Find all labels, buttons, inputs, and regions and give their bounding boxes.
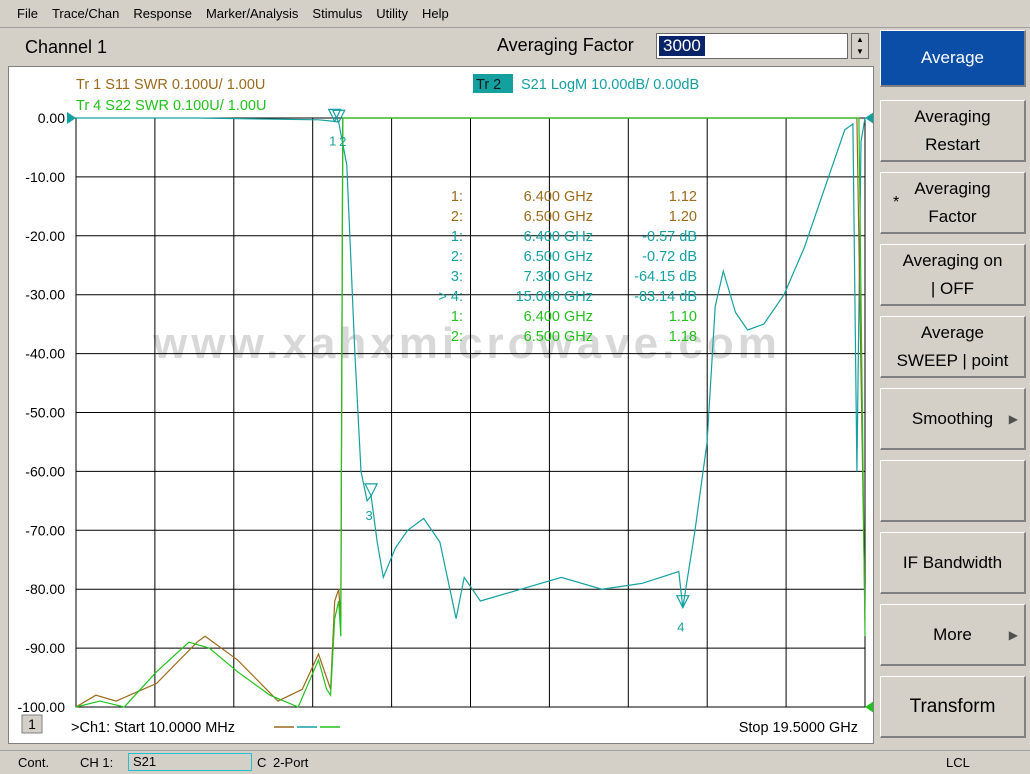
more-softkey[interactable]: More ▶: [880, 604, 1026, 666]
y-tick-label: -10.00: [25, 169, 65, 185]
marker-readout-frequency: 6.400 GHz: [524, 309, 593, 325]
y-tick-label: 0.00: [38, 110, 65, 126]
y-tick-label: -90.00: [25, 640, 65, 656]
transform-softkey[interactable]: Transform: [880, 676, 1026, 738]
averaging-factor-softkey[interactable]: * Averaging Factor: [880, 172, 1026, 234]
menu-response[interactable]: Response: [126, 6, 199, 21]
trace-2-tag[interactable]: Tr 2: [476, 77, 501, 93]
marker-2-label: 2: [339, 134, 346, 149]
status-measurement: S21: [128, 753, 252, 771]
marker-readout-value: -0.72 dB: [642, 249, 697, 265]
marker-4-label: 4: [677, 620, 684, 635]
y-tick-label: -60.00: [25, 463, 65, 479]
menu-file[interactable]: File: [10, 6, 45, 21]
marker-readout-frequency: 6.400 GHz: [524, 189, 593, 205]
y-tick-label: -70.00: [25, 522, 65, 538]
channel-entry-bar: Channel 1 Averaging Factor 3000 ▲ ▼: [8, 30, 874, 64]
marker-readout-index: > 4:: [438, 289, 463, 305]
selected-star-icon: *: [893, 193, 900, 211]
status-cal: C: [257, 755, 267, 770]
average-sweep-point-softkey[interactable]: Average SWEEP | point: [880, 316, 1026, 378]
chart-svg: www.xahxmicrowave.com 0.00-10.00-20.00-3…: [9, 67, 874, 743]
status-bar: Cont. CH 1: S21 C 2-Port LCL: [0, 750, 1030, 774]
menu-marker-analysis[interactable]: Marker/Analysis: [199, 6, 305, 21]
marker-readout-index: 2:: [451, 329, 463, 345]
submenu-arrow-icon: ▶: [1008, 411, 1018, 426]
channel-title: Channel 1: [25, 37, 108, 57]
marker-readout-frequency: 6.400 GHz: [524, 229, 593, 245]
sweep-mode: Cont.: [18, 755, 50, 770]
y-tick-label: -40.00: [25, 346, 65, 362]
marker-readout-frequency: 6.500 GHz: [524, 329, 593, 345]
softkey-label: Averaging on | OFF: [902, 250, 1003, 298]
spin-up-icon[interactable]: ▲: [852, 34, 868, 46]
marker-readout-index: 3:: [451, 269, 463, 285]
y-tick-label: -20.00: [25, 228, 65, 244]
status-channel: CH 1:: [80, 755, 114, 770]
marker-readout-index: 1:: [451, 189, 463, 205]
y-tick-label: -100.00: [18, 699, 66, 715]
menu-help[interactable]: Help: [415, 6, 456, 21]
marker-readout-frequency: 6.500 GHz: [524, 249, 593, 265]
marker-readout-value: -0.57 dB: [642, 229, 697, 245]
averaging-restart-softkey[interactable]: Averaging Restart: [880, 100, 1026, 162]
marker-readout-index: 1:: [451, 309, 463, 325]
marker-3-label: 3: [365, 508, 372, 523]
stop-frequency[interactable]: Stop 19.5000 GHz: [739, 720, 858, 736]
averaging-factor-spinner[interactable]: ▲ ▼: [851, 33, 869, 59]
entry-label: Averaging Factor: [497, 35, 634, 55]
averaging-factor-value: 3000: [659, 36, 705, 56]
softkey-label: Average: [920, 48, 984, 67]
marker-readout-frequency: 7.300 GHz: [524, 269, 593, 285]
trace-2-legend[interactable]: S21 LogM 10.00dB/ 0.00dB: [521, 77, 699, 93]
softkey-label: Averaging Factor: [914, 178, 991, 226]
marker-readout-index: 2:: [451, 209, 463, 225]
averaging-factor-input[interactable]: 3000: [656, 33, 848, 59]
start-frequency[interactable]: >Ch1: Start 10.0000 MHz: [71, 720, 235, 736]
softkey-panel: Average Averaging Restart * Averaging Fa…: [880, 30, 1026, 742]
marker-readout-value: -64.15 dB: [634, 269, 697, 285]
plot-area[interactable]: www.xahxmicrowave.com 0.00 -10.00 -20.00 -3…: [8, 66, 874, 744]
softkey-label: More: [933, 624, 972, 644]
submenu-arrow-icon: ▶: [1008, 627, 1018, 642]
marker-readout-index: 1:: [451, 229, 463, 245]
marker-readout-frequency: 15.000 GHz: [516, 289, 593, 305]
marker-readout-frequency: 6.500 GHz: [524, 209, 593, 225]
marker-readout-value: 1.10: [669, 309, 697, 325]
marker-readout-index: 2:: [451, 249, 463, 265]
trace-1-legend[interactable]: Tr 1 S11 SWR 0.100U/ 1.00U: [76, 77, 265, 93]
channel-number: 1: [28, 716, 36, 732]
menu-bar: File Trace/Chan Response Marker/Analysis…: [0, 0, 1030, 28]
marker-1-label: 1: [329, 133, 336, 148]
marker-readout-value: 1.18: [669, 329, 697, 345]
softkey-label: Smoothing: [911, 408, 994, 428]
status-remote: LCL: [946, 755, 970, 770]
marker-readout-value: -83.14 dB: [634, 289, 697, 305]
y-tick-label: -50.00: [25, 405, 65, 421]
y-tick-label: -80.00: [25, 581, 65, 597]
menu-utility[interactable]: Utility: [369, 6, 415, 21]
softkey-label: IF Bandwidth: [902, 552, 1003, 572]
menu-trace-chan[interactable]: Trace/Chan: [45, 6, 126, 21]
trace-4-legend[interactable]: Tr 4 S22 SWR 0.100U/ 1.00U: [76, 98, 266, 114]
average-softkey[interactable]: Average: [880, 30, 1026, 87]
softkey-label: Transform: [909, 695, 996, 717]
y-tick-label: -30.00: [25, 287, 65, 303]
marker-readout-value: 1.12: [669, 189, 697, 205]
spin-down-icon[interactable]: ▼: [852, 46, 868, 58]
smoothing-softkey[interactable]: Smoothing ▶: [880, 388, 1026, 450]
blank-softkey[interactable]: [880, 460, 1026, 522]
marker-readout-value: 1.20: [669, 209, 697, 225]
softkey-label: Average SWEEP | point: [896, 322, 1009, 370]
status-port: 2-Port: [273, 755, 309, 770]
softkey-label: Averaging Restart: [914, 106, 991, 154]
menu-stimulus[interactable]: Stimulus: [305, 6, 369, 21]
averaging-on-off-softkey[interactable]: Averaging on | OFF: [880, 244, 1026, 306]
if-bandwidth-softkey[interactable]: IF Bandwidth: [880, 532, 1026, 594]
